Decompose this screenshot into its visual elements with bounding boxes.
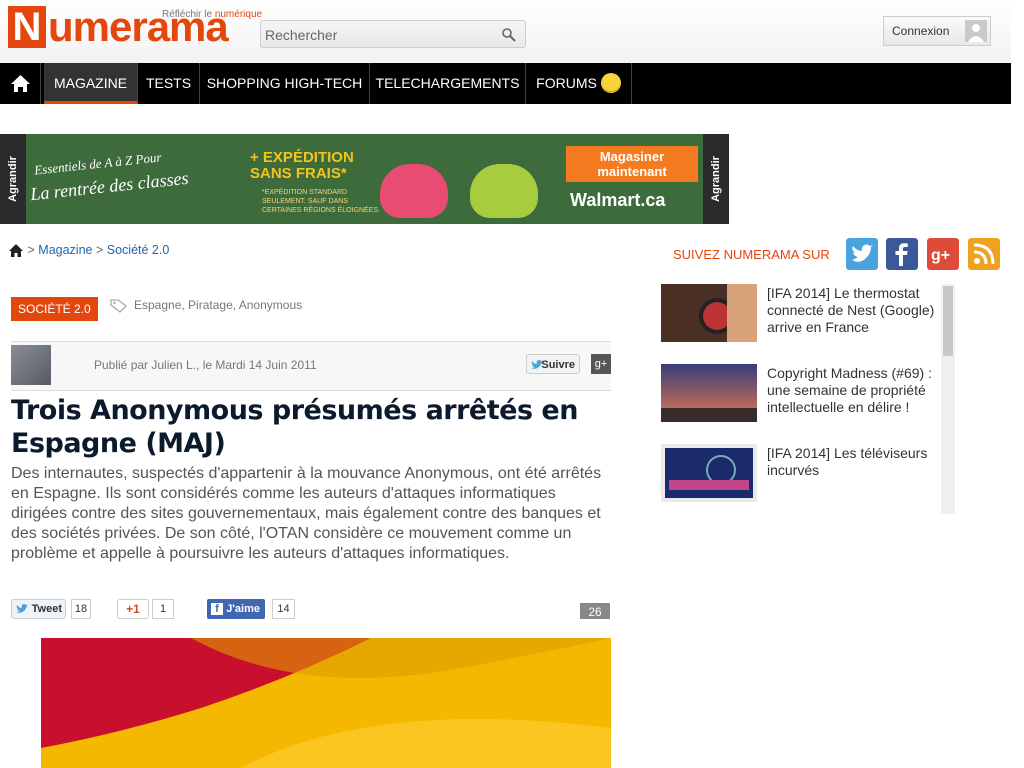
author-avatar[interactable]: [11, 345, 51, 385]
article-title: Trois Anonymous présumés arrêtés en Espa…: [11, 395, 578, 459]
twitter-icon[interactable]: [846, 238, 878, 270]
search-box: [260, 20, 526, 48]
twitter-follow-button[interactable]: Suivre: [526, 354, 580, 374]
login-button[interactable]: Connexion: [883, 16, 991, 46]
sidebar-article-title[interactable]: Copyright Madness (#69) : une semaine de…: [767, 365, 937, 416]
sidebar-scrollbar[interactable]: [941, 284, 955, 514]
tagline-prefix: Réfléchir le: [162, 9, 213, 20]
breadcrumb-home-icon[interactable]: [8, 243, 24, 258]
twitter-bird-icon: [531, 360, 543, 369]
login-label: Connexion: [892, 24, 950, 38]
category-badge[interactable]: SOCIÉTÉ 2.0: [11, 297, 98, 321]
user-avatar-icon: [965, 20, 987, 42]
follow-label: Suivre: [541, 359, 575, 371]
follow-us-label: SUIVEZ NUMERAMA SUR: [673, 247, 830, 262]
ad-expand-left[interactable]: Agrandir: [0, 134, 26, 224]
googleplus-icon[interactable]: g+: [927, 238, 959, 270]
breadcrumb-sep: >: [27, 243, 35, 257]
tagline: Réfléchir le numérique: [162, 9, 262, 20]
tweet-count: 18: [71, 599, 91, 619]
sidebar-article-list: [IFA 2014] Le thermostat connecté de Nes…: [660, 284, 956, 514]
twitter-bird-icon: [16, 604, 28, 613]
breadcrumb-magazine[interactable]: Magazine: [38, 243, 92, 257]
gplus-button[interactable]: +1: [117, 599, 149, 619]
tags-text[interactable]: Espagne, Piratage, Anonymous: [134, 298, 302, 312]
sidebar-article-title[interactable]: [IFA 2014] Les téléviseurs incurvés: [767, 445, 937, 479]
breadcrumb: > Magazine > Société 2.0: [8, 243, 169, 258]
facebook-icon: f: [211, 603, 223, 615]
gplus-profile-icon[interactable]: g+: [591, 354, 611, 374]
sidebar-article[interactable]: [IFA 2014] Le thermostat connecté de Nes…: [660, 284, 940, 354]
ad-fineprint: *EXPÉDITION STANDARD SEULEMENT. SAUF DAN…: [262, 189, 380, 214]
ad-expand-label: Agrandir: [7, 156, 19, 202]
ad-shipping: + EXPÉDITION SANS FRAIS*: [250, 149, 354, 182]
search-icon[interactable]: [501, 27, 517, 43]
home-icon: [11, 75, 30, 92]
article-lede: Des internautes, suspectés d'appartenir …: [11, 465, 602, 562]
ad-expand-right[interactable]: Agrandir: [703, 134, 729, 224]
thumbnail-curved-tv: [661, 444, 757, 502]
nav-item-tests[interactable]: TESTS: [138, 63, 200, 104]
numerama-logo[interactable]: N umerama Réfléchir le numérique: [8, 3, 262, 52]
rss-icon[interactable]: [968, 238, 1000, 270]
byline: Publié par Julien L., le Mardi 14 Juin 2…: [94, 358, 317, 372]
logo-initial: N: [8, 6, 46, 48]
byline-bar: Publié par Julien L., le Mardi 14 Juin 2…: [11, 341, 611, 391]
nav-item-forums[interactable]: FORUMS: [526, 63, 632, 104]
sidebar-article[interactable]: [IFA 2014] Les téléviseurs incurvés: [660, 444, 940, 514]
ad-expand-label-right: Agrandir: [710, 156, 722, 202]
ad-mouse-image-green: [470, 164, 538, 218]
facebook-like-button[interactable]: f J'aime: [207, 599, 265, 619]
sidebar-article[interactable]: Copyright Madness (#69) : une semaine de…: [660, 364, 940, 434]
like-label: J'aime: [226, 603, 260, 615]
nav-item-telechargements[interactable]: TELECHARGEMENTS: [370, 63, 526, 104]
ad-banner[interactable]: Agrandir Essentiels de A à Z Pour La ren…: [0, 134, 729, 224]
sidebar-article-title[interactable]: [IFA 2014] Le thermostat connecté de Nes…: [767, 285, 937, 336]
breadcrumb-societe[interactable]: Société 2.0: [107, 243, 170, 257]
gplus-count: 1: [152, 599, 174, 619]
breadcrumb-sep: >: [95, 243, 104, 257]
tweet-button[interactable]: Tweet: [11, 599, 66, 619]
nav-item-shopping[interactable]: SHOPPING HIGH-TECH: [200, 63, 370, 104]
tag-list: Espagne, Piratage, Anonymous: [110, 298, 302, 313]
thumbnail-copyright-madness: [661, 364, 757, 422]
nav-forums-label: FORUMS: [536, 75, 597, 91]
smiley-icon: [600, 73, 621, 94]
main-nav: MAGAZINE TESTS SHOPPING HIGH-TECH TELECH…: [0, 63, 1011, 104]
tag-icon: [110, 299, 127, 313]
facebook-icon[interactable]: [886, 238, 918, 270]
ad-mouse-image-pink: [380, 164, 448, 218]
site-header: N umerama Réfléchir le numérique Connexi…: [0, 0, 1011, 63]
nav-item-magazine[interactable]: MAGAZINE: [44, 63, 138, 104]
tweet-label: Tweet: [31, 603, 62, 615]
svg-text:g+: g+: [931, 247, 950, 264]
ad-cta-button[interactable]: Magasiner maintenant: [566, 146, 698, 182]
article-hero-image: [41, 638, 611, 768]
like-count: 14: [272, 599, 295, 619]
ad-brand: Walmart.ca: [570, 190, 666, 210]
comment-count-badge[interactable]: 26: [580, 603, 610, 619]
thumbnail-nest-thermostat: [661, 284, 757, 342]
scrollbar-thumb[interactable]: [943, 286, 953, 356]
search-input[interactable]: [265, 25, 493, 45]
nav-home[interactable]: [0, 63, 41, 104]
tagline-accent: numérique: [214, 9, 263, 20]
spain-flag-image: [41, 638, 611, 768]
